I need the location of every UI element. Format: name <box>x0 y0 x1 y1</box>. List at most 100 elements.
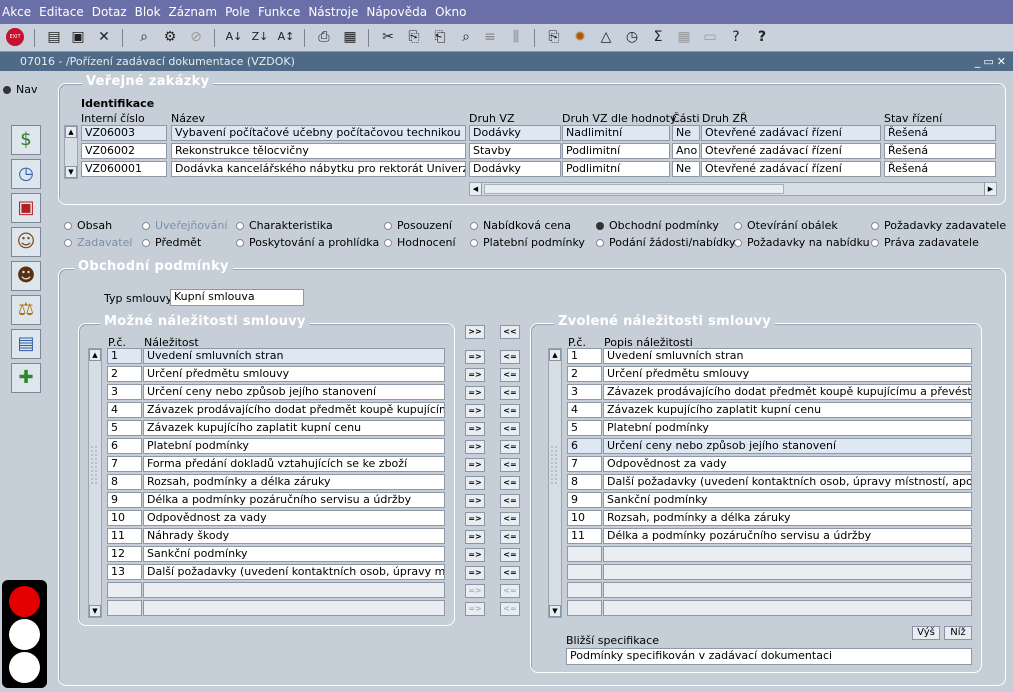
scroll-up-icon[interactable]: ▲ <box>549 349 561 361</box>
document-list-icon[interactable]: ▤ <box>11 329 41 359</box>
move-right-button[interactable]: => <box>465 476 485 490</box>
move-right-button[interactable]: => <box>465 404 485 418</box>
help-search-icon[interactable]: ? <box>726 27 746 47</box>
find-icon[interactable]: ⌕ <box>456 27 476 47</box>
zakazka-cell-druh-zr[interactable]: Otevřené zadávací řízení <box>701 161 881 177</box>
calculator-icon[interactable]: ▦ <box>674 27 694 47</box>
zakazka-cell-nazev[interactable]: Dodávka kancelářského nábytku pro rektor… <box>171 161 466 177</box>
execute-query-icon[interactable]: ⚙ <box>160 27 180 47</box>
zvolene-row-popis[interactable] <box>603 582 972 598</box>
zakazka-cell-casti[interactable]: Ano <box>672 143 700 159</box>
radio-dot[interactable] <box>64 238 72 247</box>
zvolene-row-pc[interactable]: 5 <box>567 420 602 436</box>
scroll-down-icon[interactable]: ▼ <box>65 166 77 178</box>
section-tab-radio[interactable]: Obchodní podmínky <box>596 219 719 232</box>
scroll-up-icon[interactable]: ▲ <box>65 126 77 138</box>
mozne-row-nalezitost[interactable]: Další požadavky (uvedení kontaktních oso… <box>143 564 445 580</box>
section-tab-radio[interactable]: Nabídková cena <box>470 219 571 232</box>
zvolene-row-popis[interactable]: Závazek prodávajícího dodat předmět koup… <box>603 384 972 400</box>
section-tab-radio[interactable]: Platební podmínky <box>470 236 585 249</box>
section-tab-radio[interactable]: Obsah <box>64 219 112 232</box>
section-tab-radio[interactable]: Uveřejňování <box>142 219 227 232</box>
mozne-row-nalezitost[interactable]: Sankční podmínky <box>143 546 445 562</box>
mozne-row-nalezitost[interactable] <box>143 582 445 598</box>
move-left-button[interactable]: <= <box>500 404 520 418</box>
section-tab-radio[interactable]: Práva zadavatele <box>871 236 979 249</box>
columns-icon[interactable]: ⫼ <box>506 27 526 47</box>
scroll-left-icon[interactable]: ◀ <box>470 183 482 195</box>
attachment-icon[interactable]: ⎘ <box>544 27 564 47</box>
move-right-button[interactable]: => <box>465 530 485 544</box>
blizsi-specifikace-field[interactable]: Podmínky specifikován v zadávací dokumen… <box>566 648 972 665</box>
radio-dot[interactable] <box>236 221 244 230</box>
zvolene-row-popis[interactable] <box>603 546 972 562</box>
radio-dot[interactable] <box>142 221 150 230</box>
clock-icon[interactable]: ◷ <box>11 159 41 189</box>
move-left-button[interactable]: <= <box>500 422 520 436</box>
mozne-row-nalezitost[interactable]: Náhrady škody <box>143 528 445 544</box>
zakazka-cell-nazev[interactable]: Rekonstrukce tělocvičny <box>171 143 466 159</box>
move-left-button[interactable]: <= <box>500 530 520 544</box>
zvolene-row-pc[interactable]: 1 <box>567 348 602 364</box>
move-left-button[interactable]: <= <box>500 386 520 400</box>
zvolene-row-popis[interactable] <box>603 564 972 580</box>
zakazka-cell-casti[interactable]: Ne <box>672 125 700 141</box>
menu-okno[interactable]: Okno <box>435 5 466 19</box>
move-right-button[interactable]: => <box>465 350 485 364</box>
move-right-button[interactable]: => <box>465 458 485 472</box>
move-left-button[interactable]: <= <box>500 476 520 490</box>
zvolene-row-popis[interactable]: Rozsah, podmínky a délka záruky <box>603 510 972 526</box>
zakazka-cell-druh-vz[interactable]: Stavby <box>469 143 561 159</box>
zakazka-cell-druh-zr[interactable]: Otevřené zadávací řízení <box>701 143 881 159</box>
move-right-button[interactable]: => <box>465 440 485 454</box>
menu-dotaz[interactable]: Dotaz <box>92 5 127 19</box>
section-tab-radio[interactable]: Otevírání obálek <box>734 219 838 232</box>
zvolene-row-popis[interactable]: Uvedení smluvních stran <box>603 348 972 364</box>
zvolene-row-popis[interactable]: Platební podmínky <box>603 420 972 436</box>
move-left-button[interactable]: <= <box>500 350 520 364</box>
triangle-icon[interactable]: △ <box>596 27 616 47</box>
mozne-row-pc[interactable]: 2 <box>107 366 142 382</box>
move-left-button[interactable]: <= <box>500 584 520 598</box>
zakazka-cell-stav-rizeni[interactable]: Řešená <box>884 125 996 141</box>
mozne-row-nalezitost[interactable]: Závazek kupujícího zaplatit kupní cenu <box>143 420 445 436</box>
menu-nastroje[interactable]: Nástroje <box>308 5 358 19</box>
scales-icon[interactable]: ⚖ <box>11 295 41 325</box>
save-icon[interactable]: ▤ <box>44 27 64 47</box>
cancel-query-icon[interactable]: ⊘ <box>186 27 206 47</box>
radio-dot[interactable] <box>596 238 604 247</box>
settings-icon[interactable]: ✹ <box>570 27 590 47</box>
zvolene-row-pc[interactable]: 8 <box>567 474 602 490</box>
move-right-button[interactable]: => <box>465 566 485 580</box>
delete-record-icon[interactable]: ✕ <box>94 27 114 47</box>
zakazka-cell-druh-vz-dle-hodnoty[interactable]: Nadlimitní <box>562 125 670 141</box>
move-left-button[interactable]: <= <box>500 368 520 382</box>
scroll-down-icon[interactable]: ▼ <box>549 605 561 617</box>
radio-dot[interactable] <box>734 221 742 230</box>
move-right-button[interactable]: => <box>465 368 485 382</box>
scroll-thumb[interactable] <box>484 184 784 194</box>
scroll-up-icon[interactable]: ▲ <box>89 349 101 361</box>
move-left-button[interactable]: <= <box>500 440 520 454</box>
zvolene-row-pc[interactable]: 10 <box>567 510 602 526</box>
menu-blok[interactable]: Blok <box>135 5 161 19</box>
money-icon[interactable]: $ <box>11 125 41 155</box>
paste-icon[interactable]: ⎗ <box>430 27 450 47</box>
menu-editace[interactable]: Editace <box>39 5 84 19</box>
move-right-button[interactable]: => <box>465 422 485 436</box>
menu-zaznam[interactable]: Záznam <box>169 5 218 19</box>
mozne-row-nalezitost[interactable]: Délka a podmínky pozáručního servisu a ú… <box>143 492 445 508</box>
move-right-button[interactable]: => <box>465 584 485 598</box>
mozne-row-pc[interactable]: 10 <box>107 510 142 526</box>
zakazka-cell-interni-cislo[interactable]: VZ06002 <box>81 143 167 159</box>
zvolene-row-pc[interactable] <box>567 564 602 580</box>
sort-ascending-icon[interactable]: A↓ <box>224 27 244 47</box>
section-tab-radio[interactable]: Hodnocení <box>384 236 456 249</box>
mozne-row-pc[interactable]: 1 <box>107 348 142 364</box>
zvolene-row-popis[interactable]: Sankční podmínky <box>603 492 972 508</box>
section-tab-radio[interactable]: Předmět <box>142 236 201 249</box>
radio-dot[interactable] <box>871 221 879 230</box>
mozne-row-nalezitost[interactable]: Rozsah, podmínky a délka záruky <box>143 474 445 490</box>
close-icon[interactable]: ✕ <box>997 55 1009 68</box>
print-preview-icon[interactable]: ▦ <box>340 27 360 47</box>
